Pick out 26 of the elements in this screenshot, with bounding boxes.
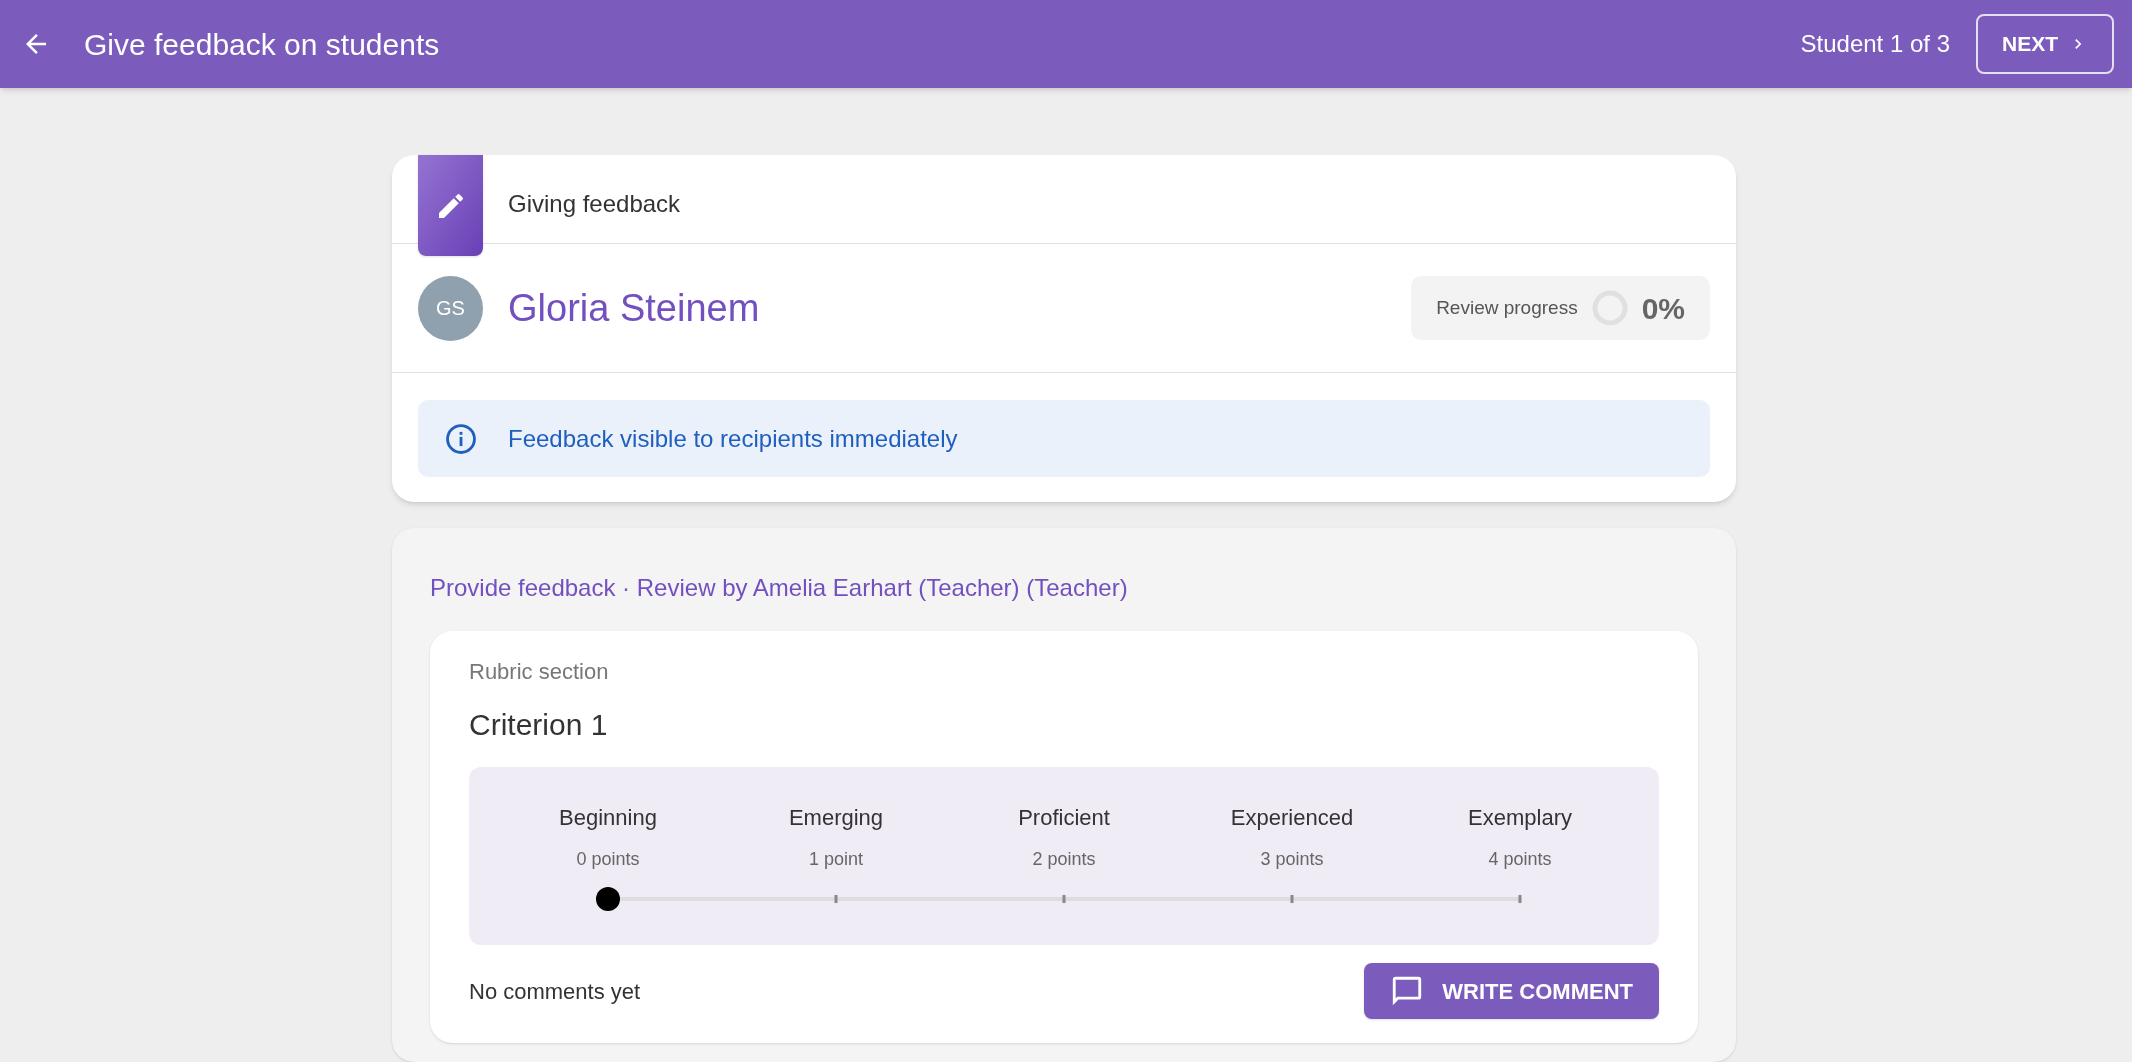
level-points: 2 points (1032, 848, 1096, 871)
avatar: GS (418, 275, 483, 341)
tab-label: Giving feedback (508, 189, 681, 219)
level-name: Exemplary (1468, 804, 1572, 832)
progress-label: Review progress (1436, 295, 1578, 320)
info-icon (444, 421, 478, 456)
level-points: 1 point (808, 848, 863, 871)
level-points: 0 points (576, 848, 640, 871)
write-comment-button[interactable]: WRITE COMMENT (1364, 963, 1659, 1019)
level-points: 4 points (1488, 848, 1552, 871)
level-name: Experienced (1230, 804, 1354, 832)
criterion-title: Criterion 1 (469, 707, 609, 743)
level-name: Emerging (788, 804, 884, 832)
student-name: Gloria Steinem (508, 285, 760, 331)
level-points: 3 points (1260, 848, 1324, 871)
next-button[interactable]: NEXT (1976, 14, 2114, 74)
info-message: Feedback visible to recipients immediately (508, 423, 958, 454)
review-heading: Provide feedback · Review by Amelia Earhart (Teacher) (Teacher) (430, 573, 1129, 603)
page-title: Give feedback on students (84, 26, 440, 63)
level-name: Beginning (559, 804, 657, 832)
comments-note: No comments yet (469, 977, 641, 1006)
progress-percent: 0% (1641, 290, 1685, 327)
level-name: Proficient (1018, 804, 1110, 832)
student-counter: Student 1 of 3 (1800, 29, 1950, 59)
slider-thumb[interactable] (596, 887, 620, 911)
section-label: Rubric section (469, 658, 610, 686)
